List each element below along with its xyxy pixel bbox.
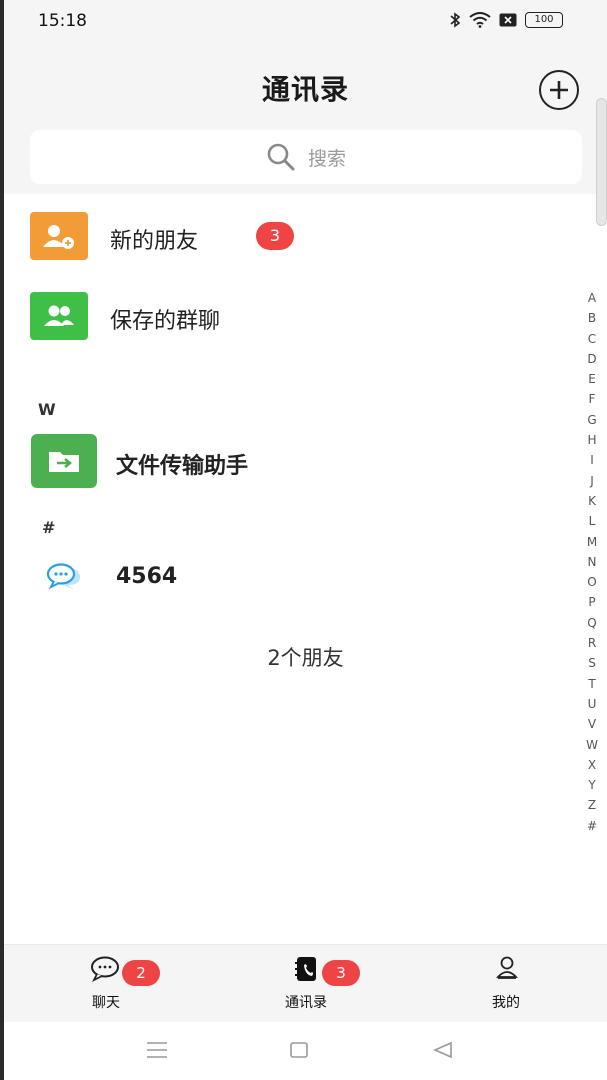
alphabet-index-letter[interactable]: F — [582, 389, 602, 409]
battery-indicator: 100 — [525, 12, 563, 28]
nav-tab-chat[interactable]: 2 聊天 — [46, 945, 166, 1023]
chat-badge: 2 — [122, 960, 160, 986]
add-button[interactable] — [539, 70, 579, 110]
search-icon — [267, 143, 295, 171]
status-time: 15:18 — [38, 11, 87, 31]
chat-bubble-icon — [46, 562, 82, 596]
contacts-book-icon — [294, 955, 318, 987]
alphabet-index-letter[interactable]: J — [582, 471, 602, 491]
contacts-badge: 3 — [322, 960, 360, 986]
new-friends-badge: 3 — [256, 222, 294, 250]
status-bar: 15:18 100 — [4, 0, 607, 44]
alphabet-index-letter[interactable]: S — [582, 653, 602, 673]
alphabet-index-letter[interactable]: C — [582, 329, 602, 349]
alphabet-index-letter[interactable]: P — [582, 592, 602, 612]
alphabet-index-letter[interactable]: B — [582, 308, 602, 328]
new-friends-label: 新的朋友 — [110, 229, 199, 254]
alphabet-index-letter[interactable]: D — [582, 349, 602, 369]
search-placeholder: 搜索 — [307, 147, 346, 170]
alphabet-index-letter[interactable]: Q — [582, 613, 602, 633]
alphabet-index-letter[interactable]: L — [582, 511, 602, 531]
alphabet-index-letter[interactable]: O — [582, 572, 602, 592]
profile-icon — [495, 955, 519, 985]
group-icon — [30, 292, 88, 340]
page-title: 通讯录 — [261, 73, 349, 106]
file-transfer-icon — [31, 434, 97, 488]
search-box[interactable]: 搜索 — [30, 130, 582, 184]
nav-label-chat: 聊天 — [92, 995, 120, 1011]
menu-icon[interactable] — [146, 1040, 168, 1064]
alphabet-index-letter[interactable]: K — [582, 491, 602, 511]
alphabet-index-letter[interactable]: A — [582, 288, 602, 308]
bluetooth-icon — [449, 12, 461, 28]
wifi-icon — [469, 12, 491, 28]
nav-label-me: 我的 — [492, 995, 520, 1011]
alphabet-index-letter[interactable]: H — [582, 430, 602, 450]
saved-groups-row[interactable]: 保存的群聊 — [4, 284, 574, 348]
contact-name: 4564 — [116, 564, 178, 589]
nav-label-contacts: 通讯录 — [285, 995, 327, 1011]
alphabet-index-letter[interactable]: T — [582, 674, 602, 694]
section-header-w: W — [38, 400, 56, 419]
nav-tab-contacts[interactable]: 3 通讯录 — [246, 945, 366, 1023]
section-header-hash: # — [42, 518, 56, 537]
scroll-indicator[interactable] — [596, 98, 607, 226]
alphabet-index-letter[interactable]: R — [582, 633, 602, 653]
alphabet-index-letter[interactable]: V — [582, 714, 602, 734]
status-icons: 100 — [449, 12, 563, 28]
nav-tab-me[interactable]: 我的 — [446, 945, 566, 1023]
contacts-screen: 15:18 100 通讯录 搜索 新的朋友 3 保存的群聊 W 文件传输助手 #… — [4, 0, 607, 1080]
add-friend-icon — [30, 212, 88, 260]
back-icon[interactable] — [432, 1040, 454, 1064]
plus-icon — [550, 81, 568, 99]
chat-icon — [90, 955, 122, 987]
alphabet-index-letter[interactable]: U — [582, 694, 602, 714]
alphabet-index-letter[interactable]: Y — [582, 775, 602, 795]
friend-count: 2个朋友 — [267, 646, 344, 670]
alphabet-index-letter[interactable]: N — [582, 552, 602, 572]
alphabet-index-letter[interactable]: M — [582, 532, 602, 552]
alphabet-index-letter[interactable]: I — [582, 450, 602, 470]
alphabet-index-letter[interactable]: X — [582, 755, 602, 775]
alphabet-index-letter[interactable]: E — [582, 369, 602, 389]
alphabet-index-letter[interactable]: W — [582, 735, 602, 755]
alphabet-index-letter[interactable]: # — [582, 816, 602, 836]
home-icon[interactable] — [289, 1040, 309, 1064]
bottom-nav: 2 聊天 3 通讯录 我的 — [4, 944, 607, 1022]
system-nav-bar — [4, 1022, 607, 1080]
contact-name: 文件传输助手 — [116, 454, 249, 479]
alphabet-index[interactable]: A B C D E F G H I J K L M N O P Q R S T U V W X Y Z # — [582, 288, 602, 836]
alphabet-index-letter[interactable]: Z — [582, 795, 602, 815]
sim-off-icon — [499, 13, 517, 27]
new-friends-row[interactable]: 新的朋友 3 — [4, 204, 574, 268]
saved-groups-label: 保存的群聊 — [110, 309, 221, 334]
alphabet-index-letter[interactable]: G — [582, 410, 602, 430]
